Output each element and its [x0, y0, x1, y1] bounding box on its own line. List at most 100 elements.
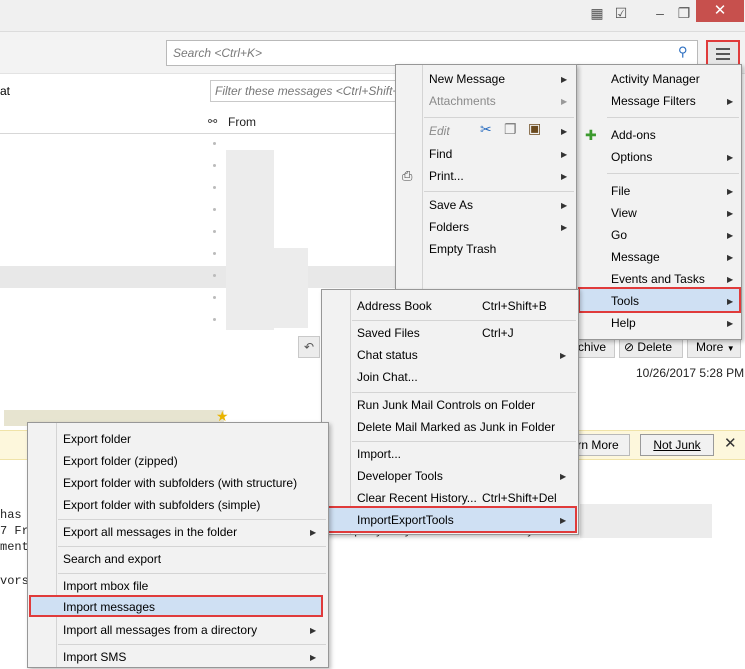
- close-icon[interactable]: ✕: [724, 434, 740, 454]
- menu-item-folders[interactable]: Folders: [429, 220, 469, 234]
- table-row[interactable]: [0, 266, 400, 288]
- table-row[interactable]: [0, 200, 400, 222]
- menu-item-chat-status[interactable]: Chat status: [357, 348, 418, 362]
- menu-item-save-as[interactable]: Save As: [429, 198, 473, 212]
- menu-item-view[interactable]: View: [611, 206, 637, 220]
- chevron-right-icon: ▶: [727, 319, 734, 328]
- menu-item-import-sms[interactable]: Import SMS: [63, 650, 126, 664]
- chevron-right-icon: ▶: [310, 528, 317, 537]
- chevron-right-icon: ▶: [561, 150, 568, 159]
- menu-item-print[interactable]: Print...: [429, 169, 464, 183]
- menu-item-import-all-from-directory[interactable]: Import all messages from a directory: [63, 623, 257, 637]
- menu-item-importexporttools[interactable]: ImportExportTools: [357, 513, 454, 527]
- menu-item-import-messages[interactable]: Import messages: [63, 600, 155, 614]
- chevron-right-icon: ▶: [561, 201, 568, 210]
- table-row[interactable]: [0, 222, 400, 244]
- menu-item-saved-files[interactable]: Saved Files: [357, 326, 420, 340]
- message-list-header: [0, 110, 400, 134]
- menu-item-delete-junk[interactable]: Delete Mail Marked as Junk in Folder: [357, 420, 555, 434]
- body-text: has: [0, 508, 22, 522]
- chevron-right-icon: ▶: [310, 653, 317, 662]
- menu-item-edit[interactable]: Edit: [429, 124, 450, 138]
- redacted-text: [580, 504, 712, 538]
- chevron-right-icon: ▶: [561, 127, 568, 136]
- tasks-icon[interactable]: ☑: [607, 2, 635, 24]
- menu-item-attachments[interactable]: Attachments: [429, 94, 496, 108]
- printer-icon: ⎙: [402, 168, 413, 183]
- shortcut-saved-files: Ctrl+J: [482, 326, 514, 340]
- delete-label: Delete: [637, 340, 673, 354]
- table-row[interactable]: [0, 156, 400, 178]
- chevron-right-icon: ▶: [560, 516, 567, 525]
- close-window-button[interactable]: ✕: [696, 0, 744, 22]
- menu-item-events-and-tasks[interactable]: Events and Tasks: [611, 272, 705, 286]
- chevron-right-icon: ▶: [727, 253, 734, 262]
- menu-item-import-mbox[interactable]: Import mbox file: [63, 579, 148, 593]
- menu-item-find[interactable]: Find: [429, 147, 452, 161]
- copy-icon[interactable]: ❐: [504, 121, 517, 138]
- filter-input[interactable]: Filter these messages <Ctrl+Shift+: [210, 80, 410, 102]
- menu-item-address-book[interactable]: Address Book: [357, 299, 432, 313]
- app-menu-button[interactable]: [706, 40, 740, 66]
- menu-item-help[interactable]: Help: [611, 316, 636, 330]
- search-icon[interactable]: ⚲: [678, 44, 694, 60]
- menu-item-message-filters[interactable]: Message Filters: [611, 94, 696, 108]
- menu-item-options[interactable]: Options: [611, 150, 652, 164]
- table-row[interactable]: [0, 244, 400, 266]
- thread-icon[interactable]: ⚯: [208, 115, 217, 128]
- chevron-right-icon: ▶: [727, 153, 734, 162]
- menu-item-empty-trash[interactable]: Empty Trash: [429, 242, 496, 256]
- table-row[interactable]: [0, 178, 400, 200]
- menu-item-message[interactable]: Message: [611, 250, 660, 264]
- redacted-sender: [226, 150, 274, 330]
- menu-item-export-folder-zipped[interactable]: Export folder (zipped): [63, 454, 178, 468]
- menu-item-export-folder[interactable]: Export folder: [63, 432, 131, 446]
- menu-item-add-ons[interactable]: Add-ons: [611, 128, 656, 142]
- body-text: vors: [0, 574, 29, 588]
- menu-item-search-and-export[interactable]: Search and export: [63, 552, 161, 566]
- chevron-right-icon: ▶: [727, 297, 734, 306]
- restore-icon[interactable]: ❐: [670, 2, 698, 24]
- chevron-right-icon: ▶: [560, 472, 567, 481]
- from-column-header[interactable]: From: [228, 115, 256, 129]
- shortcut-clear-history: Ctrl+Shift+Del: [482, 491, 557, 505]
- menu-item-export-all-messages[interactable]: Export all messages in the folder: [63, 525, 237, 539]
- file-menu: New Message ▶ Attachments ▶ Edit ✂ ❐ ▣ ▶…: [395, 64, 577, 290]
- chevron-right-icon: ▶: [727, 209, 734, 218]
- menu-item-file[interactable]: File: [611, 184, 630, 198]
- highlight-tools: [578, 287, 741, 313]
- app-menu: Activity Manager Message Filters ▶ ✚ Add…: [576, 64, 742, 340]
- chevron-right-icon: ▶: [727, 187, 734, 196]
- chevron-right-icon: ▶: [727, 275, 734, 284]
- menu-item-developer-tools[interactable]: Developer Tools: [357, 469, 443, 483]
- chevron-right-icon: ▶: [727, 97, 734, 106]
- puzzle-icon: ✚: [585, 127, 597, 143]
- chevron-right-icon: ▶: [561, 97, 568, 106]
- menu-item-new-message[interactable]: New Message: [429, 72, 505, 86]
- search-input[interactable]: Search <Ctrl+K>: [166, 40, 698, 66]
- paste-icon[interactable]: ▣: [528, 120, 541, 137]
- message-date: 10/26/2017 5:28 PM: [636, 366, 745, 380]
- chevron-right-icon: ▶: [560, 351, 567, 360]
- chevron-right-icon: ▶: [561, 75, 568, 84]
- menu-item-export-subfolders-structure[interactable]: Export folder with subfolders (with stru…: [63, 476, 297, 490]
- menu-item-import[interactable]: Import...: [357, 447, 401, 461]
- chevron-right-icon: ▶: [310, 626, 317, 635]
- chevron-right-icon: ▶: [561, 223, 568, 232]
- menu-item-clear-history[interactable]: Clear Recent History...: [357, 491, 477, 505]
- menu-item-go[interactable]: Go: [611, 228, 627, 242]
- not-junk-button[interactable]: Not Junk: [640, 434, 714, 456]
- menu-item-tools[interactable]: Tools: [611, 294, 639, 308]
- body-text: 7 Fr: [0, 524, 29, 538]
- menu-item-run-junk-controls[interactable]: Run Junk Mail Controls on Folder: [357, 398, 535, 412]
- table-row[interactable]: [0, 134, 400, 156]
- menu-item-export-subfolders-simple[interactable]: Export folder with subfolders (simple): [63, 498, 260, 512]
- menu-item-join-chat[interactable]: Join Chat...: [357, 370, 418, 384]
- cut-icon[interactable]: ✂: [480, 121, 492, 138]
- delete-icon: ⊘: [624, 340, 635, 354]
- reply-icon[interactable]: ↶: [298, 336, 320, 358]
- chevron-right-icon: ▶: [561, 172, 568, 181]
- column-label-fragment: at: [0, 84, 11, 98]
- menu-item-activity-manager[interactable]: Activity Manager: [611, 72, 700, 86]
- body-text: ment: [0, 540, 29, 554]
